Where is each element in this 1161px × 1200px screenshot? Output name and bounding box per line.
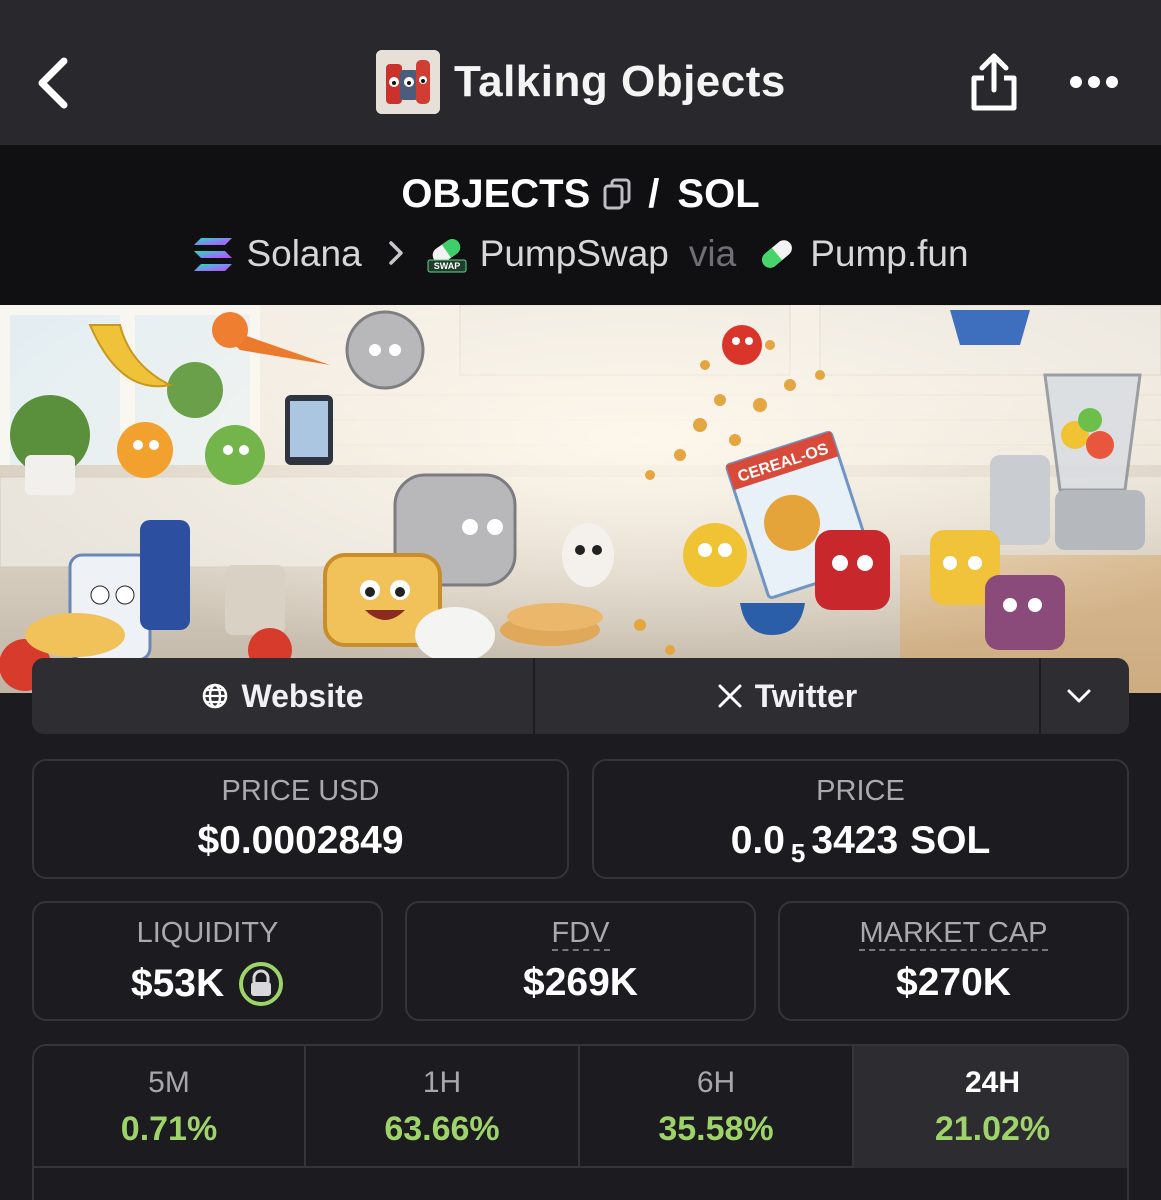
tab-change: 0.71% — [120, 1110, 218, 1148]
tab-1h[interactable]: 1H 63.66% — [306, 1046, 580, 1168]
twitter-button[interactable]: Twitter — [535, 658, 1041, 734]
quote-symbol: SOL — [677, 171, 760, 216]
market-cap-label: MARKET CAP — [859, 917, 1048, 951]
via-label: via — [688, 233, 737, 274]
tab-change: 35.58% — [658, 1110, 774, 1148]
tab-change: 21.02% — [934, 1110, 1051, 1148]
tab-label: 6H — [696, 1066, 736, 1099]
fdv-value: $269K — [523, 961, 638, 1004]
top-nav-bar: Talking Objects — [0, 0, 1161, 145]
tab-6h[interactable]: 6H 35.58% — [580, 1046, 854, 1168]
copy-icon[interactable] — [602, 176, 632, 212]
swap-badge-text: SWAP — [433, 261, 460, 271]
pumpfun-icon — [756, 234, 798, 274]
tab-change: 63.66% — [384, 1110, 500, 1148]
liquidity-value: $53K — [130, 962, 225, 1005]
price-native-zero-count: 5 — [790, 837, 806, 868]
dex-link[interactable]: PumpSwap — [480, 233, 669, 275]
price-usd-card: PRICE USD $0.0002849 — [32, 759, 569, 879]
base-symbol: OBJECTS — [401, 171, 591, 216]
globe-icon — [203, 683, 228, 709]
price-native-prefix: 0.0 — [730, 819, 785, 862]
tab-label: 24H — [964, 1066, 1021, 1099]
route-breadcrumb: Solana SWAP PumpSwap via Pump.fun — [0, 229, 1161, 279]
x-logo-icon — [718, 684, 742, 708]
more-links-dropdown[interactable] — [1041, 658, 1129, 734]
price-usd-value: $0.0002849 — [197, 819, 404, 862]
chevron-down-icon — [1067, 689, 1091, 703]
token-banner-image: CEREAL-OS — [0, 305, 1161, 693]
liquidity-card: LIQUIDITY $53K — [32, 901, 383, 1021]
chain-link[interactable]: Solana — [246, 233, 361, 275]
website-label: Website — [241, 677, 364, 714]
market-cap-value: $270K — [896, 961, 1011, 1004]
tab-24h[interactable]: 24H 21.02% — [854, 1046, 1127, 1168]
pair-separator: / — [648, 171, 660, 216]
price-native-digits: 3423 — [811, 819, 899, 862]
token-title-group: Talking Objects — [376, 50, 786, 114]
token-avatar — [376, 50, 440, 114]
price-native-card: PRICE 0.0 5 3423 SOL — [592, 759, 1129, 879]
social-links-bar: Website Twitter — [32, 658, 1129, 734]
fdv-label: FDV — [551, 917, 610, 951]
twitter-label: Twitter — [754, 677, 858, 714]
lock-icon[interactable] — [238, 961, 284, 1007]
more-horizontal-icon[interactable] — [1068, 66, 1120, 98]
market-cap-card[interactable]: MARKET CAP $270K — [778, 901, 1129, 1021]
price-usd-label: PRICE USD — [221, 775, 380, 807]
launchpad-link[interactable]: Pump.fun — [810, 233, 968, 275]
website-button[interactable]: Website — [32, 658, 535, 734]
fdv-card[interactable]: FDV $269K — [405, 901, 756, 1021]
pumpswap-icon: SWAP — [426, 234, 468, 274]
liquidity-label: LIQUIDITY — [136, 917, 279, 949]
price-native-unit: SOL — [910, 819, 991, 862]
tab-5m[interactable]: 5M 0.71% — [34, 1046, 306, 1168]
pair-header: OBJECTS / SOL Solana SWAP PumpSwap via P… — [0, 145, 1161, 305]
price-change-tabs: 5M 0.71% 1H 63.66% 6H 35.58% 24H 21.02% — [32, 1044, 1129, 1200]
price-native-label: PRICE — [816, 775, 905, 807]
chevron-left-icon[interactable] — [30, 55, 78, 111]
tab-label: 1H — [422, 1066, 462, 1099]
chevron-right-icon — [388, 233, 404, 275]
solana-icon — [192, 234, 234, 274]
pair-title: OBJECTS / SOL — [0, 169, 1161, 219]
share-icon[interactable] — [966, 50, 1022, 114]
page-title: Talking Objects — [454, 57, 786, 106]
tab-label: 5M — [148, 1066, 190, 1099]
